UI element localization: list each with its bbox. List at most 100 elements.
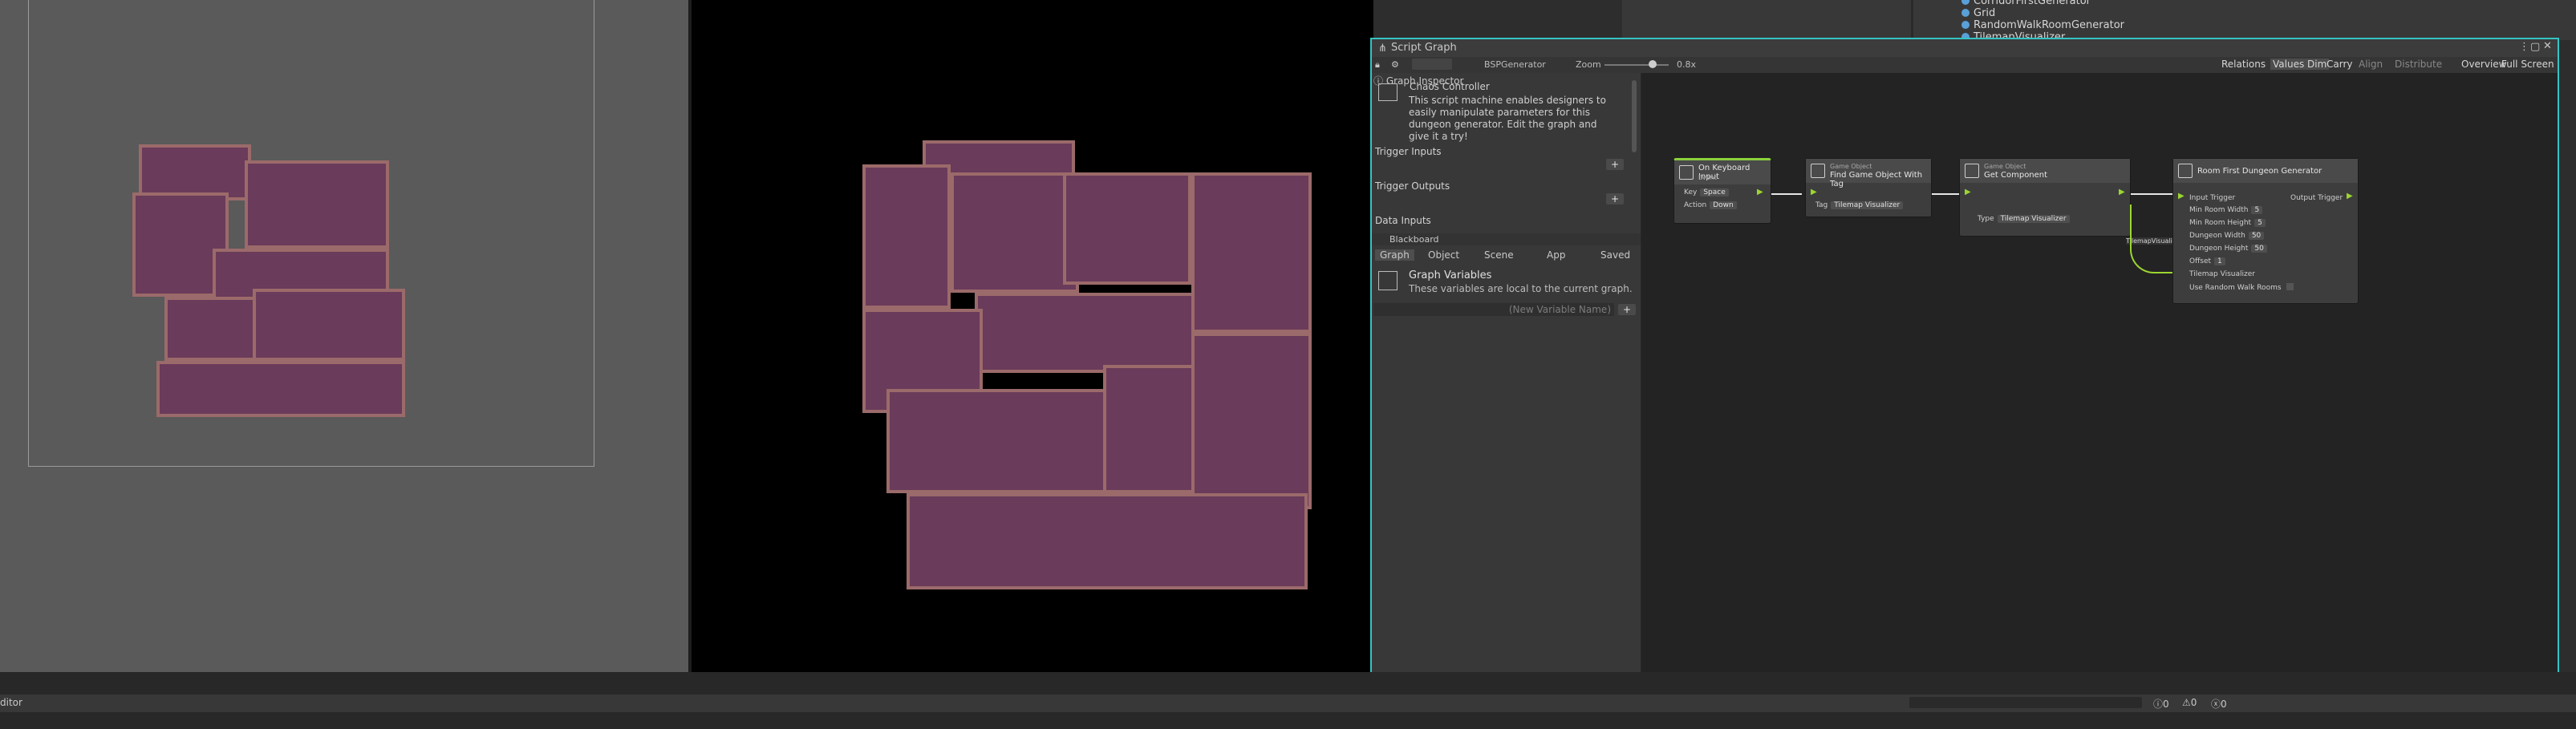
dungeon-height-field[interactable]: 50 bbox=[2251, 245, 2267, 253]
param-label: Offset bbox=[2189, 257, 2212, 265]
room-first-dungeon-generator-node[interactable]: Room First Dungeon Generator Input Trigg… bbox=[2172, 158, 2359, 304]
settings-icon[interactable]: ⚙ bbox=[1391, 59, 1399, 70]
hierarchy-item[interactable]: CorridorFirstGenerator bbox=[1961, 0, 2091, 7]
error-count: ⓧ0 bbox=[2211, 697, 2227, 711]
zoom-slider[interactable] bbox=[1604, 64, 1669, 66]
add-variable-button[interactable]: + bbox=[1618, 304, 1636, 315]
inspector-scrollbar[interactable] bbox=[1632, 80, 1637, 152]
game-dungeon-map bbox=[862, 140, 1312, 589]
editor-dropdown[interactable]: ditor bbox=[0, 697, 22, 708]
hierarchy-item[interactable]: Grid bbox=[1961, 7, 1995, 19]
machine-description: This script machine enables designers to… bbox=[1409, 95, 1606, 142]
log-count-value: 0 bbox=[2163, 699, 2169, 710]
tag-field[interactable]: Tilemap Visualizer bbox=[1831, 201, 1904, 209]
lock-icon[interactable]: 🔒︎ bbox=[1375, 59, 1380, 71]
new-variable-input[interactable]: (New Variable Name) bbox=[1373, 303, 1614, 316]
node-subtitle: Game Object bbox=[1984, 163, 2026, 170]
section-data-inputs: Data Inputs bbox=[1375, 215, 1431, 226]
flow-edge bbox=[1771, 193, 1802, 195]
gameobject-icon bbox=[1961, 9, 1970, 17]
tab-scene[interactable]: Scene bbox=[1484, 249, 1514, 261]
node-subtitle: Event bbox=[1698, 174, 1717, 181]
random-walk-label: Use Random Walk Rooms bbox=[2189, 284, 2282, 292]
random-walk-checkbox[interactable] bbox=[2286, 283, 2294, 290]
gameobject-icon bbox=[1961, 0, 1970, 5]
relations-button[interactable]: Relations bbox=[2221, 59, 2266, 70]
graph-variables-heading: Graph Variables bbox=[1409, 269, 1492, 281]
type-dropdown[interactable]: Tilemap Visualizer bbox=[1997, 215, 2070, 223]
variables-icon bbox=[1378, 271, 1398, 290]
script-machine-icon bbox=[1378, 83, 1398, 101]
action-label: Action bbox=[1684, 201, 1707, 209]
warning-count-value: 0 bbox=[2190, 697, 2197, 708]
graph-inspector-panel bbox=[1372, 73, 1641, 672]
distribute-dropdown[interactable]: Distribute bbox=[2395, 59, 2442, 70]
keyboard-icon bbox=[1679, 165, 1694, 180]
param-label: Min Room Width bbox=[2189, 206, 2249, 214]
get-component-node[interactable]: Game Object Get Component ▶ ▶ Type Tilema… bbox=[1959, 158, 2131, 237]
tab-saved[interactable]: Saved bbox=[1600, 249, 1630, 261]
fullscreen-button[interactable]: Full Screen bbox=[2501, 59, 2554, 70]
flow-in-arrow[interactable]: ▶ bbox=[2178, 192, 2185, 200]
blackboard-header: Blackboard bbox=[1372, 233, 1641, 245]
flow-out-arrow[interactable]: ▶ bbox=[2347, 192, 2353, 200]
node-subtitle: Game Object bbox=[1830, 163, 1872, 170]
min-room-height-field[interactable]: 5 bbox=[2254, 219, 2266, 227]
object-breadcrumb[interactable]: BSPGenerator bbox=[1484, 59, 1546, 70]
gameobject-icon bbox=[1811, 164, 1825, 178]
breadcrumb-button[interactable] bbox=[1412, 59, 1452, 70]
menu-icon[interactable]: ⋮ bbox=[2519, 41, 2529, 53]
hierarchy-divider bbox=[1911, 0, 1913, 40]
error-icon: ⓧ bbox=[2211, 699, 2221, 710]
carry-button[interactable]: Carry bbox=[2327, 59, 2353, 70]
maximize-icon[interactable]: ▢ bbox=[2530, 41, 2540, 53]
dim-button[interactable]: Dim bbox=[2305, 59, 2330, 70]
console-search-input[interactable] bbox=[1909, 697, 2142, 708]
warning-icon: ⚠ bbox=[2182, 697, 2191, 708]
tag-label: Tag bbox=[1815, 201, 1828, 209]
find-game-object-with-tag-node[interactable]: Game Object Find Game Object With Tag ▶ … bbox=[1805, 158, 1932, 217]
action-dropdown[interactable]: Down bbox=[1710, 201, 1737, 209]
data-edge bbox=[2130, 205, 2174, 273]
add-trigger-input-button[interactable]: + bbox=[1606, 159, 1624, 170]
section-trigger-inputs: Trigger Inputs bbox=[1375, 146, 1442, 157]
flow-in-arrow[interactable]: ▶ bbox=[1811, 188, 1817, 196]
log-count: ⓘ0 bbox=[2153, 697, 2169, 711]
output-trigger-label: Output Trigger bbox=[2290, 194, 2343, 202]
min-room-width-field[interactable]: 5 bbox=[2251, 206, 2263, 214]
flow-edge bbox=[2131, 193, 2172, 195]
blackboard-title: Blackboard bbox=[1389, 234, 1439, 245]
param-label: Dungeon Width bbox=[2189, 232, 2245, 240]
dungeon-width-field[interactable]: 50 bbox=[2248, 232, 2265, 240]
tab-graph[interactable]: Graph bbox=[1375, 249, 1414, 261]
script-graph-titlebar[interactable]: ⋔ Script Graph ⋮ ▢ ✕ bbox=[1372, 39, 2558, 57]
add-trigger-output-button[interactable]: + bbox=[1606, 193, 1624, 205]
hierarchy-item[interactable]: RandomWalkRoomGenerator bbox=[1961, 19, 2124, 31]
flow-in-arrow[interactable]: ▶ bbox=[1965, 188, 1971, 196]
close-icon[interactable]: ✕ bbox=[2543, 40, 2552, 52]
flow-out-arrow[interactable]: ▶ bbox=[2119, 188, 2125, 196]
hierarchy-item-label: Grid bbox=[1974, 7, 1996, 19]
node-title: Get Component bbox=[1984, 171, 2048, 180]
offset-field[interactable]: 1 bbox=[2214, 257, 2225, 265]
node-title: Find Game Object With Tag bbox=[1830, 171, 1923, 188]
flow-out-arrow[interactable]: ▶ bbox=[1757, 188, 1763, 196]
machine-title: Chaos Controller bbox=[1410, 81, 1490, 92]
param-label: Dungeon Height bbox=[2189, 245, 2249, 253]
align-dropdown[interactable]: Align bbox=[2359, 59, 2383, 70]
graph-icon: ⋔ bbox=[1378, 43, 1387, 55]
hierarchy-item-label: RandomWalkRoomGenerator bbox=[1974, 19, 2124, 31]
log-icon: ⓘ bbox=[2153, 699, 2164, 710]
tab-app[interactable]: App bbox=[1547, 249, 1565, 261]
overview-button[interactable]: Overview bbox=[2461, 59, 2507, 70]
zoom-slider-handle[interactable] bbox=[1649, 60, 1657, 68]
type-label: Type bbox=[1978, 215, 1994, 223]
key-dropdown[interactable]: Space bbox=[1700, 188, 1729, 196]
values-button[interactable]: Values bbox=[2270, 59, 2307, 70]
input-trigger-label: Input Trigger bbox=[2189, 194, 2236, 202]
graph-variables-subheading: These variables are local to the current… bbox=[1409, 283, 1633, 294]
window-title: Script Graph bbox=[1391, 42, 1457, 54]
tab-object[interactable]: Object bbox=[1428, 249, 1459, 261]
scene-dungeon-map bbox=[132, 144, 409, 417]
script-icon bbox=[2178, 164, 2193, 178]
